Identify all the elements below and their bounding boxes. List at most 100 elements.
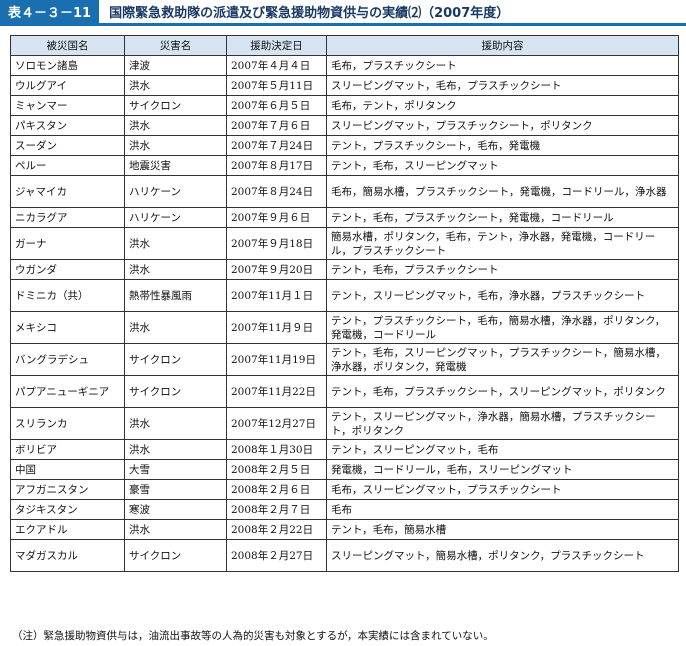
- cell-date: 2007年４月４日: [226, 55, 327, 76]
- cell-country: ウガンダ: [10, 259, 125, 280]
- table-row: 中国 大雪 2008年２月５日 発電機，コードリール，毛布，スリーピングマット: [10, 459, 679, 480]
- cell-disaster: 大雪: [124, 459, 227, 480]
- cell-aid: テント，プラスチックシート，毛布，発電機: [326, 135, 679, 156]
- cell-country: 中国: [10, 459, 125, 480]
- table-row: ペルー 地震災害 2007年８月17日 テント，毛布，スリーピングマット: [10, 155, 679, 176]
- cell-disaster: サイクロン: [124, 539, 227, 572]
- cell-disaster: 豪雪: [124, 479, 227, 500]
- cell-aid: テント，毛布，プラスチックシート: [326, 259, 679, 280]
- cell-country: ジャマイカ: [10, 175, 125, 208]
- table-row: スーダン 洪水 2007年７月24日 テント，プラスチックシート，毛布，発電機: [10, 135, 679, 156]
- cell-date: 2007年11月19日: [226, 343, 327, 376]
- cell-country: パプアニューギニア: [10, 375, 125, 408]
- cell-disaster: 洪水: [124, 311, 227, 344]
- cell-disaster: サイクロン: [124, 95, 227, 116]
- cell-date: 2007年12月27日: [226, 407, 327, 440]
- cell-country: ペルー: [10, 155, 125, 176]
- cell-disaster: 洪水: [124, 259, 227, 280]
- table-row: ウルグアイ 洪水 2007年５月11日 スリーピングマット，毛布，プラスチックシート: [10, 75, 679, 96]
- header-disaster: 災害名: [124, 35, 227, 56]
- cell-date: 2007年８月24日: [226, 175, 327, 208]
- cell-country: ボリビア: [10, 439, 125, 460]
- table-row: マダガスカル サイクロン 2008年２月27日 スリーピングマット，簡易水槽，ポリタン…: [10, 539, 679, 572]
- table-row: ジャマイカ ハリケーン 2007年８月24日 毛布，簡易水槽，プラスチックシート，発電…: [10, 175, 679, 208]
- cell-date: 2008年２月６日: [226, 479, 327, 500]
- page-title: 国際緊急救助隊の派遣及び緊急援助物資供与の実績⑵（2007年度）: [109, 6, 510, 21]
- cell-aid: テント，スリーピングマット，毛布: [326, 439, 679, 460]
- cell-country: エクアドル: [10, 519, 125, 540]
- cell-date: 2007年11月22日: [226, 375, 327, 408]
- cell-disaster: 洪水: [124, 439, 227, 460]
- cell-aid: テント，毛布，プラスチックシート，発電機，コードリール: [326, 207, 679, 228]
- cell-disaster: 地震災害: [124, 155, 227, 176]
- table-row: アフガニスタン 豪雪 2008年２月６日 毛布，スリーピングマット，プラスチックシート: [10, 479, 679, 500]
- cell-aid: テント，毛布，スリーピングマット，プラスチックシート，簡易水槽，浄水器，ポリタン…: [326, 343, 679, 376]
- cell-aid: 毛布，プラスチックシート: [326, 55, 679, 76]
- header-country: 被災国名: [10, 35, 125, 56]
- cell-date: 2007年５月11日: [226, 75, 327, 96]
- title-bar: 表４－３－11 国際緊急救助隊の派遣及び緊急援助物資供与の実績⑵（2007年度）: [0, 0, 686, 26]
- cell-country: ドミニカ（共）: [10, 279, 125, 312]
- table-row: パキスタン 洪水 2007年７月６日 スリーピングマット，プラスチックシート，ポリタン…: [10, 115, 679, 136]
- cell-aid: スリーピングマット，プラスチックシート，ポリタンク: [326, 115, 679, 136]
- cell-disaster: ハリケーン: [124, 207, 227, 228]
- cell-aid: 毛布: [326, 499, 679, 520]
- cell-aid: 毛布，スリーピングマット，プラスチックシート: [326, 479, 679, 500]
- table-row: パプアニューギニア サイクロン 2007年11月22日 テント，毛布，プラスチックシー…: [10, 375, 679, 408]
- cell-aid: 毛布，簡易水槽，プラスチックシート，発電機，コードリール，浄水器: [326, 175, 679, 208]
- table-row: タジキスタン 寒波 2008年２月７日 毛布: [10, 499, 679, 520]
- cell-date: 2007年８月17日: [226, 155, 327, 176]
- cell-date: 2007年11月１日: [226, 279, 327, 312]
- cell-disaster: 洪水: [124, 75, 227, 96]
- table-row: スリランカ 洪水 2007年12月27日 テント，スリーピングマット，浄水器，簡易水槽…: [10, 407, 679, 440]
- cell-disaster: サイクロン: [124, 375, 227, 408]
- cell-country: パキスタン: [10, 115, 125, 136]
- cell-date: 2007年６月５日: [226, 95, 327, 116]
- table-header-row: 被災国名 災害名 援助決定日 援助内容: [10, 35, 679, 56]
- cell-disaster: 寒波: [124, 499, 227, 520]
- cell-disaster: 洪水: [124, 115, 227, 136]
- cell-aid: 発電機，コードリール，毛布，スリーピングマット: [326, 459, 679, 480]
- cell-country: ミャンマー: [10, 95, 125, 116]
- cell-disaster: サイクロン: [124, 343, 227, 376]
- header-aid: 援助内容: [326, 35, 679, 56]
- cell-disaster: 熱帯性暴風雨: [124, 279, 227, 312]
- cell-country: バングラデシュ: [10, 343, 125, 376]
- cell-date: 2008年１月30日: [226, 439, 327, 460]
- header-date: 援助決定日: [226, 35, 327, 56]
- cell-disaster: ハリケーン: [124, 175, 227, 208]
- table-row: エクアドル 洪水 2008年２月22日 テント，毛布，簡易水槽: [10, 519, 679, 540]
- table-body: ソロモン諸島 津波 2007年４月４日 毛布，プラスチックシート ウルグアイ 洪水 2007…: [10, 55, 679, 572]
- cell-country: スーダン: [10, 135, 125, 156]
- cell-disaster: 洪水: [124, 407, 227, 440]
- cell-aid: テント，毛布，簡易水槽: [326, 519, 679, 540]
- cell-date: 2008年２月22日: [226, 519, 327, 540]
- cell-date: 2007年９月18日: [226, 227, 327, 260]
- cell-date: 2008年２月５日: [226, 459, 327, 480]
- table-number-badge: 表４－３－11: [0, 0, 100, 23]
- cell-date: 2007年９月20日: [226, 259, 327, 280]
- cell-disaster: 津波: [124, 55, 227, 76]
- table-row: ドミニカ（共） 熱帯性暴風雨 2007年11月１日 テント，スリーピングマット，毛布，…: [10, 279, 679, 312]
- cell-country: ソロモン諸島: [10, 55, 125, 76]
- cell-date: 2007年７月６日: [226, 115, 327, 136]
- cell-country: アフガニスタン: [10, 479, 125, 500]
- cell-aid: スリーピングマット，毛布，プラスチックシート: [326, 75, 679, 96]
- cell-disaster: 洪水: [124, 135, 227, 156]
- table-row: ガーナ 洪水 2007年９月18日 簡易水槽，ポリタンク，毛布，テント，浄水器，発電機…: [10, 227, 679, 260]
- cell-aid: テント，スリーピングマット，毛布，浄水器，プラスチックシート: [326, 279, 679, 312]
- table-row: バングラデシュ サイクロン 2007年11月19日 テント，毛布，スリーピングマット，…: [10, 343, 679, 376]
- cell-country: ガーナ: [10, 227, 125, 260]
- cell-aid: 毛布，テント，ポリタンク: [326, 95, 679, 116]
- table-row: ソロモン諸島 津波 2007年４月４日 毛布，プラスチックシート: [10, 55, 679, 76]
- cell-date: 2008年２月27日: [226, 539, 327, 572]
- cell-date: 2007年９月６日: [226, 207, 327, 228]
- table-row: ボリビア 洪水 2008年１月30日 テント，スリーピングマット，毛布: [10, 439, 679, 460]
- table-row: ウガンダ 洪水 2007年９月20日 テント，毛布，プラスチックシート: [10, 259, 679, 280]
- footnote: （注）緊急援助物資供与は，油流出事故等の人為的災害も対象とするが，本実績には含ま…: [12, 630, 494, 642]
- cell-country: ニカラグア: [10, 207, 125, 228]
- table-row: ニカラグア ハリケーン 2007年９月６日 テント，毛布，プラスチックシート，発電機，…: [10, 207, 679, 228]
- cell-date: 2007年11月９日: [226, 311, 327, 344]
- cell-aid: 簡易水槽，ポリタンク，毛布，テント，浄水器，発電機，コードリール，プラスチックシ…: [326, 227, 679, 260]
- cell-country: メキシコ: [10, 311, 125, 344]
